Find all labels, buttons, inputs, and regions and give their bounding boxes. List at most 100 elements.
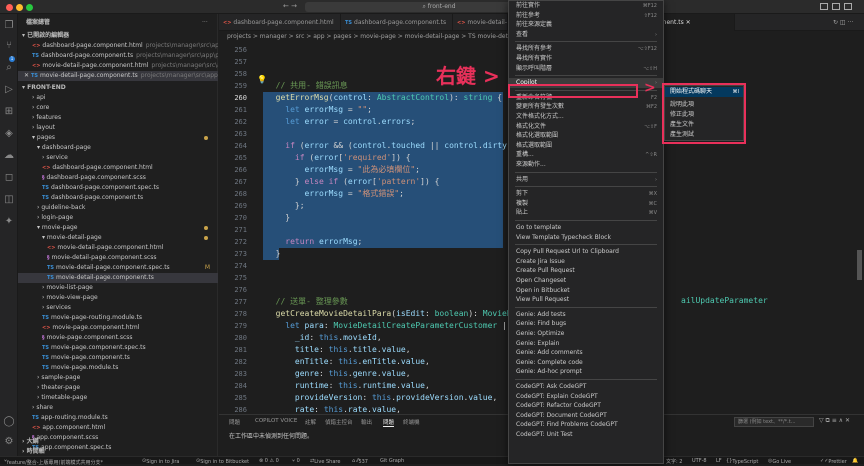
tree-file[interactable]: <> app.component.html: [18, 423, 218, 433]
cloud-icon[interactable]: ☁: [3, 150, 15, 162]
tab-movie-detail-html[interactable]: <> movie-detail-: [453, 14, 508, 31]
tree-file[interactable]: <> movie-page.component.html: [18, 323, 218, 333]
close-window-button[interactable]: [6, 4, 13, 11]
context-menu-item[interactable]: Create Jira Issue: [509, 257, 663, 267]
project-header[interactable]: ▾ FRONT-END: [18, 83, 218, 93]
toggle-sidebar-icon[interactable]: [820, 3, 828, 10]
outline-header[interactable]: › 大綱: [18, 437, 218, 447]
context-menu-item[interactable]: 尋找所有實作: [509, 54, 663, 64]
tree-file[interactable]: § dashboard-page.component.scss: [18, 173, 218, 183]
star-icon[interactable]: ✦: [3, 216, 15, 228]
tree-folder[interactable]: › services: [18, 303, 218, 313]
context-menu-item[interactable]: Genie: Add comments: [509, 348, 663, 358]
context-menu-item[interactable]: Genie: Complete code: [509, 358, 663, 368]
open-editors-header[interactable]: ▾ 已開啟的編輯器: [18, 31, 218, 41]
tree-file[interactable]: TS movie-detail-page.component.spec.ts M: [18, 263, 218, 273]
panel-actions[interactable]: ▽ ⧉ ≡ ∧ ✕: [819, 417, 850, 425]
tree-file[interactable]: TS dashboard-page.component.spec.ts: [18, 183, 218, 193]
context-menu-item[interactable]: 前往參考 ⇧F12: [509, 11, 663, 21]
branch-status[interactable]: ⑂ feature/整合-上版專用(前端模式共用分支*: [4, 458, 103, 466]
tab-dashboard-html[interactable]: <> dashboard-page.component.html: [219, 14, 341, 31]
tree-folder[interactable]: › theater-page: [18, 383, 218, 393]
context-menu-item[interactable]: 尋找所有參考 ⌥⇧F12: [509, 44, 663, 54]
context-menu-item[interactable]: CodeGPT: Find Problems CodeGPT: [509, 420, 663, 430]
context-menu-item[interactable]: 格式化選取範圍: [509, 131, 663, 141]
panel-tab-output[interactable]: 輸出: [361, 418, 372, 426]
context-menu-item[interactable]: CodeGPT: Ask CodeGPT: [509, 382, 663, 392]
context-menu-item[interactable]: Genie: Find bugs: [509, 319, 663, 329]
panel-tab-problems[interactable]: 問題: [229, 418, 240, 426]
prettier-status[interactable]: ✓✓ Prettier: [820, 458, 847, 465]
context-menu-item[interactable]: CodeGPT: Explain CodeGPT: [509, 392, 663, 402]
tree-folder[interactable]: ▾ pages: [18, 133, 218, 143]
editor-scrollbar[interactable]: [857, 250, 862, 280]
open-editor-item[interactable]: <> dashboard-page.component.html projects\…: [18, 41, 218, 51]
minimize-window-button[interactable]: [16, 4, 23, 11]
tree-folder[interactable]: › share: [18, 403, 218, 413]
gear-icon[interactable]: ⚙: [3, 436, 15, 448]
extensions-icon[interactable]: ⊞: [3, 106, 15, 118]
encoding-status[interactable]: UTF-8: [692, 458, 707, 464]
problems-status[interactable]: ⊗ 0 ⚠ 0: [259, 458, 279, 464]
golive-status[interactable]: ◎ Go Live: [768, 458, 791, 465]
problems-filter-input[interactable]: 篩選 (例如 text、**/*.t...: [734, 417, 814, 427]
open-editor-item[interactable]: TS dashboard-page.component.ts projects\ma…: [18, 51, 218, 61]
ports-status[interactable]: ⑂ 0: [292, 458, 300, 464]
tree-folder[interactable]: › guideline-back: [18, 203, 218, 213]
tree-folder[interactable]: › movie-list-page: [18, 283, 218, 293]
editor-actions[interactable]: ↻ ◫ ···: [829, 14, 864, 31]
context-menu-item[interactable]: Genie: Optimize: [509, 329, 663, 339]
shield-icon[interactable]: ◈: [3, 128, 15, 140]
context-menu-item[interactable]: Copy Pull Request Url to Clipboard: [509, 247, 663, 257]
context-menu-item[interactable]: View Pull Request: [509, 295, 663, 305]
close-tab-icon[interactable]: ✕: [686, 19, 691, 26]
context-menu-item[interactable]: CodeGPT: Document CodeGPT: [509, 411, 663, 421]
tree-folder[interactable]: ▾ movie-page: [18, 223, 218, 233]
tree-folder[interactable]: ▾ dashboard-page: [18, 143, 218, 153]
tree-folder[interactable]: › movie-view-page: [18, 293, 218, 303]
context-menu-item[interactable]: 前往來源定義: [509, 20, 663, 30]
context-menu-item[interactable]: 格式選取範圍: [509, 141, 663, 151]
context-menu-item[interactable]: Genie: Ad-hoc prompt: [509, 367, 663, 377]
tree-folder[interactable]: › login-page: [18, 213, 218, 223]
context-menu-item[interactable]: 格式化文件 ⌥⇧F: [509, 122, 663, 132]
eol-status[interactable]: LF: [716, 458, 722, 464]
tree-folder[interactable]: › layout: [18, 123, 218, 133]
context-menu-item[interactable]: 文件格式化方式...: [509, 112, 663, 122]
tree-folder[interactable]: › service: [18, 153, 218, 163]
language-status[interactable]: {} TypeScript: [726, 458, 758, 465]
panel-tab-debug-console[interactable]: 偵錯主控台: [325, 418, 353, 426]
context-menu-item[interactable]: Open in Bitbucket: [509, 286, 663, 296]
panel-tab-copilot-voice[interactable]: COPILOT VOICE: [255, 418, 297, 424]
tree-folder[interactable]: ▾ movie-detail-page: [18, 233, 218, 243]
context-menu-item[interactable]: CodeGPT: Unit Test: [509, 430, 663, 440]
tree-folder[interactable]: › features: [18, 113, 218, 123]
lines-status[interactable]: ⌂ ⁄⁄ 537: [352, 458, 368, 465]
tree-folder[interactable]: › sample-page: [18, 373, 218, 383]
context-menu-item[interactable]: 變更所有發生次數 ⌘F2: [509, 102, 663, 112]
tree-folder[interactable]: › api: [18, 93, 218, 103]
context-menu-item[interactable]: 複製 ⌘C: [509, 199, 663, 209]
tree-file[interactable]: <> dashboard-page.component.html: [18, 163, 218, 173]
context-menu-item[interactable]: CodeGPT: Refactor CodeGPT: [509, 401, 663, 411]
run-debug-icon[interactable]: ▷: [3, 84, 15, 96]
lightbulb-icon[interactable]: 💡: [257, 75, 267, 84]
bitbucket-status[interactable]: ⊙ Sign in to Bitbucket: [196, 458, 249, 465]
tab-dashboard-ts[interactable]: TS dashboard-page.component.ts: [341, 14, 453, 31]
close-editor-icon[interactable]: ✕: [24, 72, 31, 79]
tab-movie-detail-ts[interactable]: onent.ts ✕: [655, 14, 735, 31]
context-menu-item[interactable]: Genie: Explain: [509, 339, 663, 349]
toggle-secondary-sidebar-icon[interactable]: [844, 3, 852, 10]
account-icon[interactable]: ◯: [3, 416, 15, 428]
tree-folder[interactable]: › core: [18, 103, 218, 113]
nav-arrows[interactable]: ← →: [283, 2, 297, 10]
context-menu-item[interactable]: 貼上 ⌘V: [509, 208, 663, 218]
explorer-icon[interactable]: ❐: [3, 20, 15, 32]
context-menu-item[interactable]: Genie: Add tests: [509, 310, 663, 320]
tree-file[interactable]: § movie-detail-page.component.scss: [18, 253, 218, 263]
context-menu-item[interactable]: Go to template: [509, 223, 663, 233]
more-icon[interactable]: ···: [202, 18, 216, 28]
toggle-panel-icon[interactable]: [832, 3, 840, 10]
open-editor-item[interactable]: ✕ TS movie-detail-page.component.ts projec…: [18, 71, 218, 81]
context-menu-item[interactable]: 來源動作...: [509, 160, 663, 170]
